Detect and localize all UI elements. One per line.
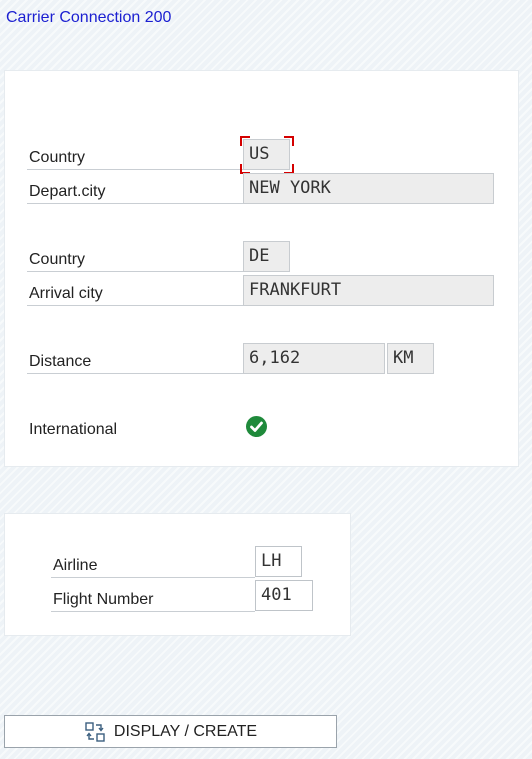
departure-country-label: Country [27, 140, 243, 170]
distance-label: Distance [27, 344, 243, 374]
arrival-country-label: Country [27, 242, 243, 272]
arrival-city-field[interactable]: FRANKFURT [243, 275, 494, 306]
display-create-button[interactable]: DISPLAY / CREATE [4, 715, 337, 748]
international-label: International [29, 421, 118, 438]
airline-field[interactable]: LH [255, 546, 302, 577]
distance-field[interactable]: 6,162 [243, 343, 385, 374]
departure-city-label: Depart.city [27, 174, 243, 204]
flight-number-field[interactable]: 401 [255, 580, 313, 611]
arrival-country-field[interactable]: DE [243, 241, 290, 272]
departure-city-field[interactable]: NEW YORK [243, 173, 494, 204]
display-create-icon [84, 721, 106, 743]
arrival-city-label: Arrival city [27, 276, 243, 306]
display-create-label: DISPLAY / CREATE [113, 722, 258, 740]
green-check-icon [246, 416, 267, 437]
window-title: Carrier Connection 200 [6, 9, 172, 26]
departure-country-field[interactable]: US [243, 139, 290, 170]
flight-number-label: Flight Number [51, 582, 255, 612]
focus-indicator [240, 136, 250, 146]
focus-indicator [284, 136, 294, 146]
distance-unit-field[interactable]: KM [387, 343, 434, 374]
airline-label: Airline [51, 548, 255, 578]
